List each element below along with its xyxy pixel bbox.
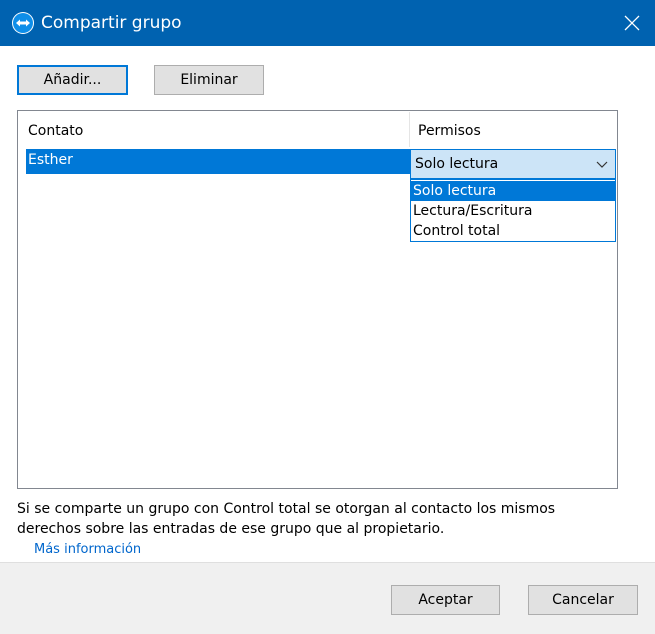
info-text-line: derechos sobre las entradas de ese grupo… [17,521,445,537]
column-divider[interactable] [409,112,410,147]
info-text-line: Si se comparte un grupo con Control tota… [17,501,556,517]
permission-select-value: Solo lectura [415,156,499,172]
more-info-link[interactable]: Más información [34,542,141,557]
option-lectura-escritura[interactable]: Lectura/Escritura [411,201,615,221]
add-button[interactable]: Añadir... [17,65,128,95]
remove-button[interactable]: Eliminar [154,65,264,95]
contact-name: Esther [28,152,73,168]
accept-button[interactable]: Aceptar [391,585,500,615]
close-icon [624,15,640,31]
cancel-button[interactable]: Cancelar [528,585,638,615]
permission-select[interactable]: Solo lectura [410,149,616,179]
info-text: Si se comparte un grupo con Control tota… [17,499,617,539]
close-button[interactable] [609,0,655,46]
permission-dropdown-list: Solo lectura Lectura/Escritura Control t… [410,179,616,242]
window-title: Compartir grupo [41,13,182,33]
contacts-list[interactable]: Contato Permisos Esther Solo lectura Sol… [17,110,618,489]
chevron-down-icon [596,161,608,168]
dialog-footer: Aceptar Cancelar [0,562,655,634]
column-header-contact[interactable]: Contato [28,123,83,139]
title-bar: Compartir grupo [0,0,655,46]
teamviewer-logo-icon [12,12,34,34]
table-row[interactable]: Esther [26,149,410,174]
column-header-permissions[interactable]: Permisos [418,123,481,139]
option-solo-lectura[interactable]: Solo lectura [411,181,615,201]
option-control-total[interactable]: Control total [411,221,615,241]
